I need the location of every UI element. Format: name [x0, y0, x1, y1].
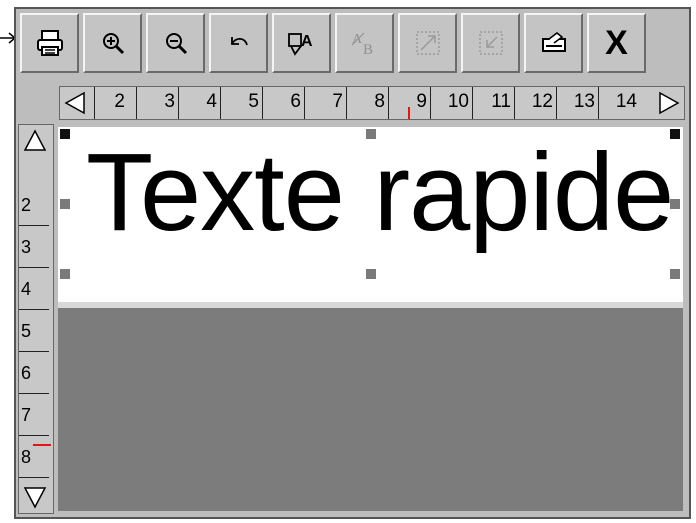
- resize-handle[interactable]: [60, 269, 70, 279]
- vertical-ruler-tick: 3: [19, 227, 49, 268]
- print-preview-button[interactable]: [524, 13, 583, 73]
- horizontal-ruler-tick: 8: [346, 87, 388, 119]
- zoom-in-icon: [102, 33, 124, 55]
- vertical-ruler-tick: 2: [19, 185, 49, 226]
- print-preview-icon: [541, 32, 566, 52]
- label-text[interactable]: Texte rapide: [86, 132, 674, 253]
- scroll-down-arrow-icon[interactable]: [22, 484, 48, 510]
- zoom-out-icon: [165, 33, 187, 55]
- horizontal-ruler-tick: 9: [388, 87, 430, 119]
- text-properties-icon: A: [287, 33, 313, 56]
- resize-frame-icon: [415, 31, 440, 55]
- horizontal-ruler-tick: 13: [556, 87, 598, 119]
- horizontal-ruler-tick: 5: [220, 87, 262, 119]
- undo-button[interactable]: [209, 13, 268, 73]
- zoom-out-button[interactable]: [146, 13, 205, 73]
- vertical-ruler-tick: 5: [19, 311, 49, 352]
- vertical-ruler-tick: 8: [19, 437, 49, 478]
- resize-handle[interactable]: [366, 269, 376, 279]
- resize-handle[interactable]: [366, 129, 376, 139]
- horizontal-ruler-tick: 6: [262, 87, 304, 119]
- vertical-ruler-tick: 6: [19, 353, 49, 394]
- scroll-up-arrow-icon[interactable]: [22, 128, 48, 154]
- close-icon: X: [605, 24, 628, 62]
- horizontal-ruler-tick: 14: [598, 87, 640, 119]
- fit-frame-icon: [478, 31, 503, 55]
- resize-handle[interactable]: [670, 269, 680, 279]
- horizontal-ruler-tick: 12: [514, 87, 556, 119]
- horizontal-ruler-tick: 10: [430, 87, 472, 119]
- horizontal-ruler: 2 3 4 5 6 7 8 9 10 11 12 13 14: [59, 86, 685, 120]
- printer-icon: [36, 30, 63, 56]
- horizontal-ruler-tick: 7: [304, 87, 346, 119]
- resize-handle[interactable]: [670, 129, 680, 139]
- toolbar: A A B: [20, 13, 646, 73]
- vertical-ruler-tick: 7: [19, 395, 49, 436]
- label-bottom-border: [58, 302, 683, 308]
- resize-handle[interactable]: [670, 199, 680, 209]
- label-area[interactable]: Texte rapide: [58, 127, 683, 302]
- svg-text:B: B: [363, 42, 373, 56]
- horizontal-ruler-tick: 4: [178, 87, 220, 119]
- horizontal-ruler-tick: 11: [472, 87, 514, 119]
- print-button[interactable]: [20, 13, 79, 73]
- horizontal-ruler-tick: 2: [94, 87, 128, 119]
- label-canvas[interactable]: Texte rapide: [58, 127, 683, 511]
- undo-icon: [230, 37, 248, 46]
- resize-handle[interactable]: [60, 129, 70, 139]
- vertical-ruler: 2345678: [18, 124, 54, 514]
- resize-handle[interactable]: [60, 199, 70, 209]
- vertical-ruler-tick: 4: [19, 269, 49, 310]
- label-editor-window: A A B: [14, 7, 691, 519]
- scroll-left-arrow-icon[interactable]: [62, 89, 88, 117]
- zoom-in-button[interactable]: [83, 13, 142, 73]
- resize-frame-button[interactable]: [398, 13, 457, 73]
- horizontal-ruler-tick: 3: [136, 87, 178, 119]
- text-style-button[interactable]: A B: [335, 13, 394, 73]
- close-button[interactable]: X: [587, 13, 646, 73]
- svg-text:A: A: [301, 33, 313, 50]
- text-style-icon: A B: [351, 32, 373, 56]
- scroll-right-arrow-icon[interactable]: [656, 89, 682, 117]
- text-properties-button[interactable]: A: [272, 13, 331, 73]
- fit-frame-button[interactable]: [461, 13, 520, 73]
